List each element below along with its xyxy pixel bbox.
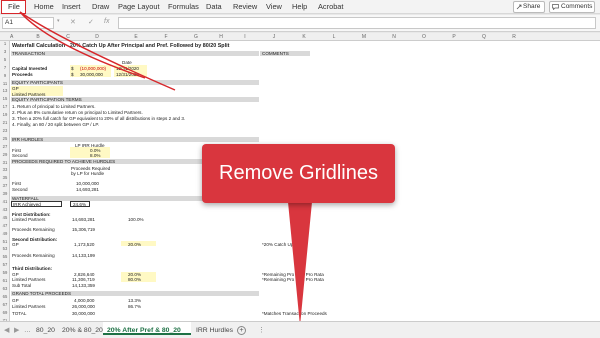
scroll-left-icon[interactable]: ◀: [4, 326, 9, 335]
add-sheet-icon[interactable]: +: [237, 326, 246, 335]
sheet-tab-bar: ◀ ▶ … 80_20 20% & 80_20 20% After Pref &…: [0, 321, 600, 338]
ellipsis-icon[interactable]: ⋮: [258, 326, 265, 335]
sheet-tab-20-80-20[interactable]: 20% & 80_20: [62, 326, 103, 335]
sheet-tab-irr-hurdles[interactable]: IRR Hurdles: [196, 326, 233, 335]
sheet-tab-20-after-pref[interactable]: 20% After Pref & 80_20: [107, 326, 181, 335]
scroll-right-icon[interactable]: ▶: [14, 326, 19, 335]
callout-box: Remove Gridlines: [202, 144, 395, 203]
annotation-arrow: [19, 11, 176, 91]
callout-pointer: [288, 202, 312, 326]
ellipsis-icon[interactable]: …: [24, 326, 31, 335]
callout-text: Remove Gridlines: [219, 162, 378, 184]
sheet-tab-80-20[interactable]: 80_20: [36, 326, 55, 335]
